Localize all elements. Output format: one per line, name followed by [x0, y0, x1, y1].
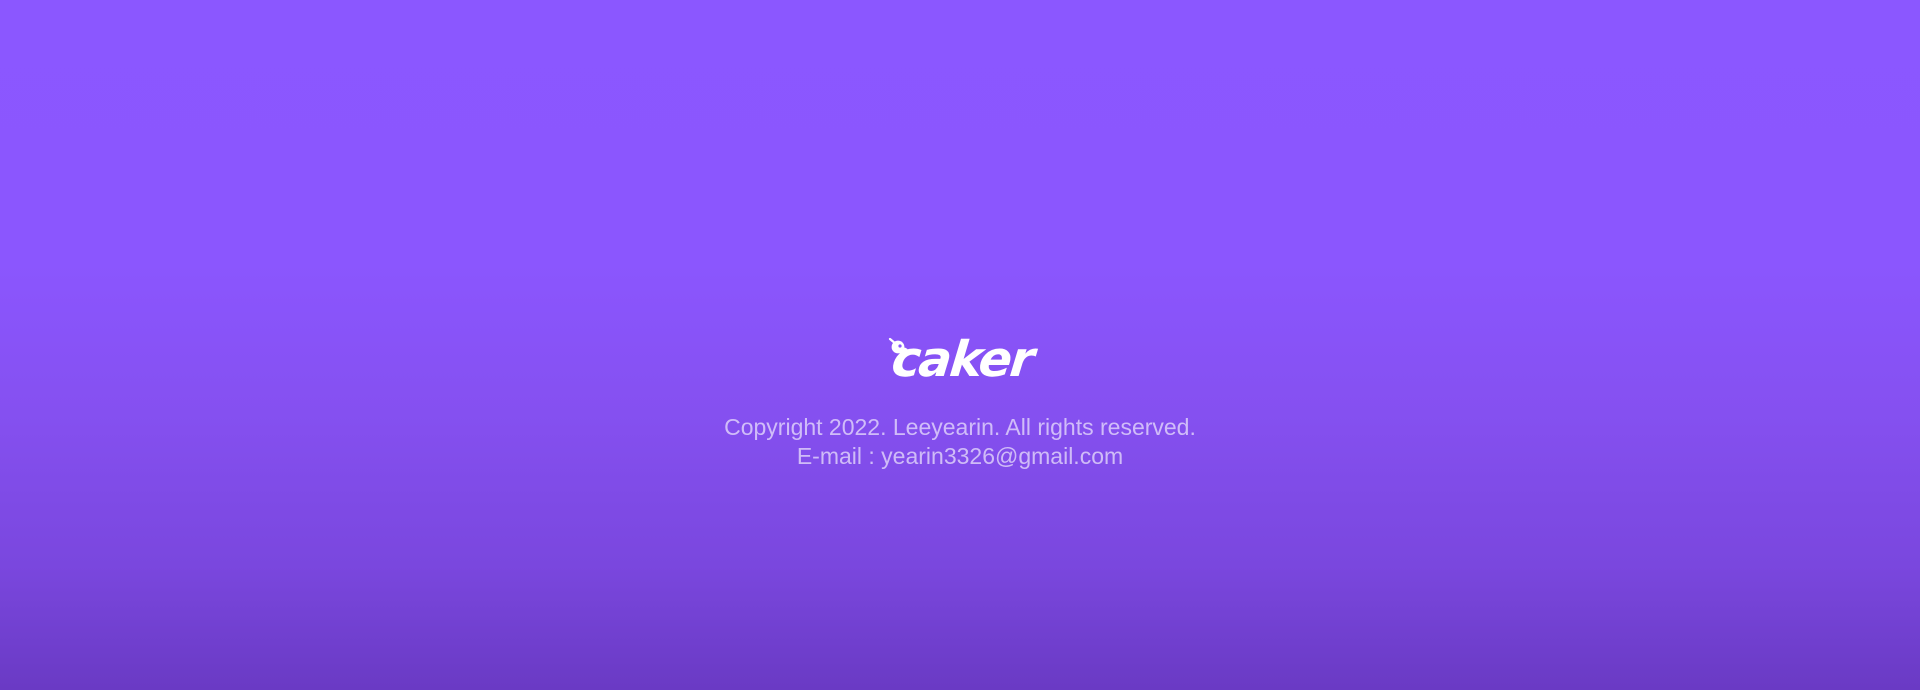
email-text: E-mail : yearin3326@gmail.com [796, 443, 1124, 469]
copyright-text: Copyright 2022. Leeyearin. All rights re… [724, 414, 1196, 440]
footer-info: Copyright 2022. Leeyearin. All rights re… [0, 413, 1920, 471]
logo-wordmark: caker [888, 330, 1035, 388]
site-footer: caker Copyright 2022. Leeyearin. All rig… [0, 0, 1920, 690]
caker-logo[interactable]: caker [886, 326, 1035, 388]
